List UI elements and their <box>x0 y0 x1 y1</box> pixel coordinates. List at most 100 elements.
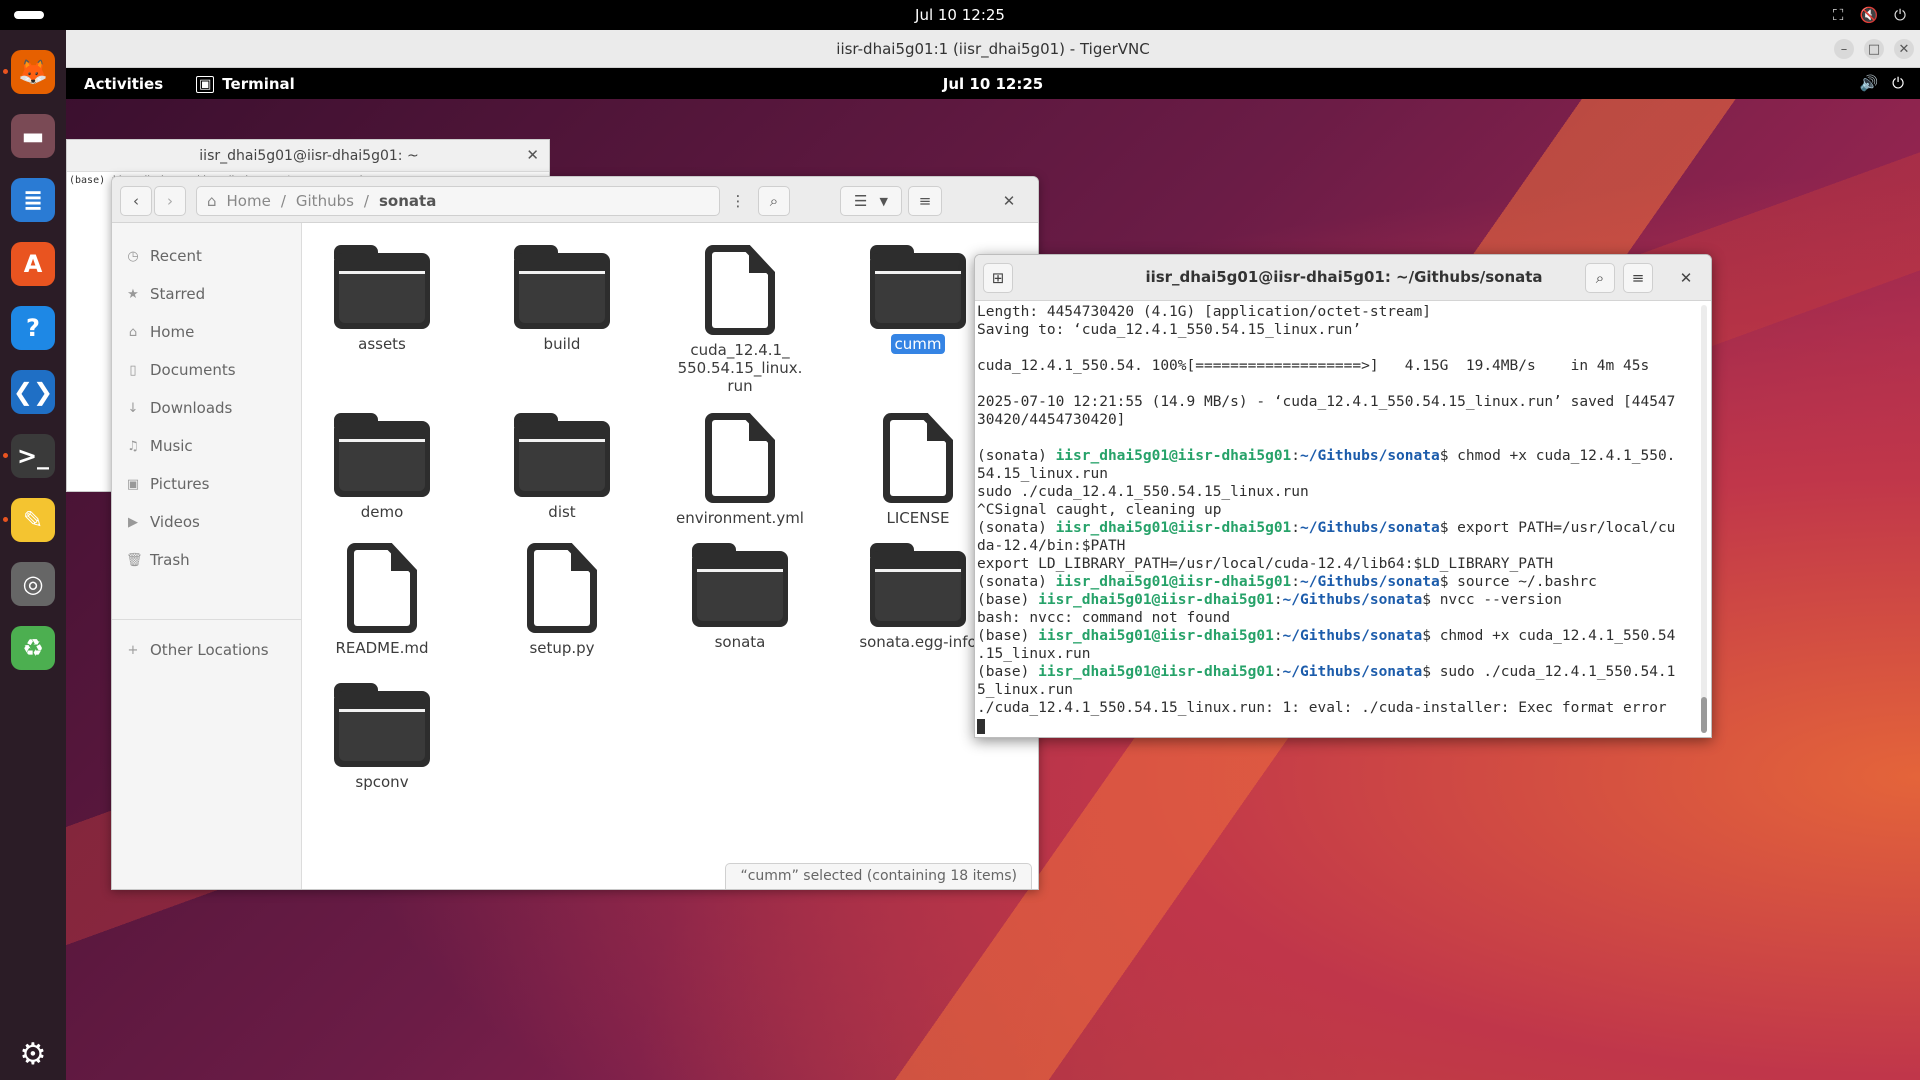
view-mode-button[interactable]: ☰ ▼ <box>840 186 902 216</box>
item-label: demo <box>316 503 448 521</box>
main-menu-button[interactable]: ≡ <box>908 186 942 216</box>
close-icon[interactable]: ✕ <box>526 146 539 164</box>
prompt-user: iisr_dhai5g01@iisr-dhai5g01 <box>1038 592 1274 608</box>
app-center-icon[interactable]: A <box>11 242 55 286</box>
sidebar-item-recent[interactable]: ◷ Recent <box>126 241 202 271</box>
back-button[interactable]: ‹ <box>120 186 152 216</box>
maximize-button[interactable]: □ <box>1864 39 1884 59</box>
terminal-line: ./cuda_12.4.1_550.54.15_linux.run: 1: ev… <box>977 699 1697 717</box>
terminal-header[interactable]: ⊞ iisr_dhai5g01@iisr-dhai5g01: ~/Githubs… <box>975 255 1711 301</box>
path-menu-button[interactable]: ⋮ <box>724 186 752 216</box>
sidebar-item-documents[interactable]: ▯ Documents <box>126 355 235 385</box>
show-apps-icon[interactable]: ⚙ <box>11 1032 55 1076</box>
search-button[interactable]: ⌕ <box>758 186 790 216</box>
disc-icon[interactable]: ◎ <box>11 562 55 606</box>
star-icon: ★ <box>127 286 139 302</box>
file-manager-window[interactable]: ‹ › ⌂ Home / Githubs / sonata ⋮ ⌕ ☰ ▼ ≡ … <box>111 176 1039 890</box>
terminal-text: da-12.4/bin:$PATH <box>977 538 1126 554</box>
breadcrumb-sonata[interactable]: sonata <box>379 192 436 210</box>
sidebar-item-trash[interactable]: 🗑 Trash <box>126 545 190 575</box>
vnc-window: iisr-dhai5g01:1 (iisr_dhai5g01) - TigerV… <box>66 30 1920 1080</box>
terminal-window[interactable]: ⊞ iisr_dhai5g01@iisr-dhai5g01: ~/Githubs… <box>974 254 1712 738</box>
terminal-text: Length: 4454730420 (4.1G) [application/o… <box>977 304 1431 320</box>
scrollbar-thumb[interactable] <box>1701 697 1707 733</box>
volume-icon[interactable]: 🔊 <box>1859 74 1878 92</box>
text-editor-icon[interactable]: ✎ <box>11 498 55 542</box>
list-view-icon: ☰ <box>854 192 868 210</box>
terminal-icon[interactable]: >_ <box>11 434 55 478</box>
folder-item[interactable]: dist <box>496 413 628 521</box>
search-button[interactable]: ⌕ <box>1585 263 1615 293</box>
system-tray[interactable]: ⛶ 🔇 ⏻ <box>1833 6 1906 24</box>
item-name: setup.py <box>529 639 595 657</box>
folder-item[interactable]: demo <box>316 413 448 521</box>
sidebar-item-pictures[interactable]: ▣ Pictures <box>126 469 210 499</box>
close-button[interactable]: ✕ <box>994 186 1024 216</box>
vnc-window-title: iisr-dhai5g01:1 (iisr_dhai5g01) - TigerV… <box>836 40 1150 58</box>
file-item[interactable]: setup.py <box>496 543 628 657</box>
folder-item[interactable]: sonata.egg-info <box>852 543 984 651</box>
minimize-button[interactable]: – <box>1834 39 1854 59</box>
writer-icon[interactable]: ≣ <box>11 178 55 222</box>
running-indicator <box>3 453 8 458</box>
sidebar-item-downloads[interactable]: ↓ Downloads <box>126 393 233 423</box>
sidebar-item-starred[interactable]: ★ Starred <box>126 279 205 309</box>
document-icon <box>705 245 775 335</box>
file-manager-header[interactable]: ‹ › ⌂ Home / Githubs / sonata ⋮ ⌕ ☰ ▼ ≡ … <box>112 177 1038 223</box>
terminal-output[interactable]: Length: 4454730420 (4.1G) [application/o… <box>977 303 1697 737</box>
terminal-prompt-line[interactable] <box>977 717 1697 735</box>
prompt-env: (base) <box>977 628 1039 644</box>
close-button[interactable]: ✕ <box>1894 39 1914 59</box>
folder-item[interactable]: build <box>496 245 628 353</box>
folder-item[interactable]: spconv <box>316 683 448 791</box>
guest-system-tray[interactable]: 🔊 ⏻ <box>1859 74 1904 92</box>
path-bar[interactable]: ⌂ Home / Githubs / sonata <box>196 186 720 216</box>
chevron-right-icon: › <box>167 192 173 210</box>
files-icon[interactable]: ▬ <box>11 114 55 158</box>
running-indicator <box>3 69 8 74</box>
file-item[interactable]: environment.yml <box>674 413 806 527</box>
folder-item[interactable]: cumm <box>852 245 984 354</box>
vscode-icon[interactable]: ❮❯ <box>11 370 55 414</box>
guest-clock[interactable]: Jul 10 12:25 <box>66 75 1920 93</box>
firefox-icon[interactable]: 🦊 <box>11 50 55 94</box>
file-item[interactable]: cuda_12.4.1_ 550.54.15_linux. run <box>674 245 806 395</box>
trash-icon[interactable]: ♻ <box>11 626 55 670</box>
sidebar-item-label: Pictures <box>150 475 210 493</box>
volume-muted-icon[interactable]: 🔇 <box>1859 6 1878 24</box>
menu-button[interactable]: ≡ <box>1623 263 1653 293</box>
file-item[interactable]: LICENSE <box>852 413 984 527</box>
item-label: assets <box>316 335 448 353</box>
network-icon[interactable]: ⛶ <box>1833 6 1844 24</box>
terminal-line: 54.15_linux.run <box>977 465 1697 483</box>
power-icon[interactable]: ⏻ <box>1892 74 1904 92</box>
picture-icon: ▣ <box>126 476 140 492</box>
forward-button[interactable]: › <box>154 186 186 216</box>
folder-item[interactable]: assets <box>316 245 448 353</box>
sidebar-item-videos[interactable]: ▶ Videos <box>126 507 200 537</box>
item-name: sonata.egg-info <box>859 633 977 651</box>
background-terminal-header[interactable]: iisr_dhai5g01@iisr-dhai5g01: ~ ✕ <box>67 140 549 172</box>
close-button[interactable]: ✕ <box>1671 263 1701 293</box>
breadcrumb-separator: / <box>363 192 369 210</box>
sidebar-item-other-locations[interactable]: + Other Locations <box>126 635 269 665</box>
sidebar-item-home[interactable]: ⌂ Home <box>126 317 194 347</box>
vnc-titlebar[interactable]: iisr-dhai5g01:1 (iisr_dhai5g01) - TigerV… <box>66 30 1920 68</box>
breadcrumb-githubs[interactable]: Githubs <box>296 192 354 210</box>
sidebar-item-label: Trash <box>150 551 190 569</box>
help-icon[interactable]: ? <box>11 306 55 350</box>
remote-desktop[interactable]: Activities ▣ Terminal Jul 10 12:25 🔊 ⏻ i… <box>66 68 1920 1080</box>
prompt-path: ~/Githubs/sonata <box>1300 448 1440 464</box>
terminal-line: export LD_LIBRARY_PATH=/usr/local/cuda-1… <box>977 555 1697 573</box>
sidebar-item-music[interactable]: ♫ Music <box>126 431 193 461</box>
folder-item[interactable]: sonata <box>674 543 806 651</box>
power-icon[interactable]: ⏻ <box>1894 6 1906 24</box>
file-item[interactable]: README.md <box>316 543 448 657</box>
prompt-path: ~/Githubs/sonata <box>1282 592 1423 608</box>
terminal-text: 2025-07-10 12:21:55 (14.9 MB/s) - ‘cuda_… <box>977 394 1676 410</box>
host-clock[interactable]: Jul 10 12:25 <box>0 6 1920 24</box>
terminal-scrollbar[interactable] <box>1701 305 1707 733</box>
file-grid[interactable]: “cumm” selected (containing 18 items) as… <box>302 223 1038 889</box>
breadcrumb-home[interactable]: Home <box>227 192 271 210</box>
